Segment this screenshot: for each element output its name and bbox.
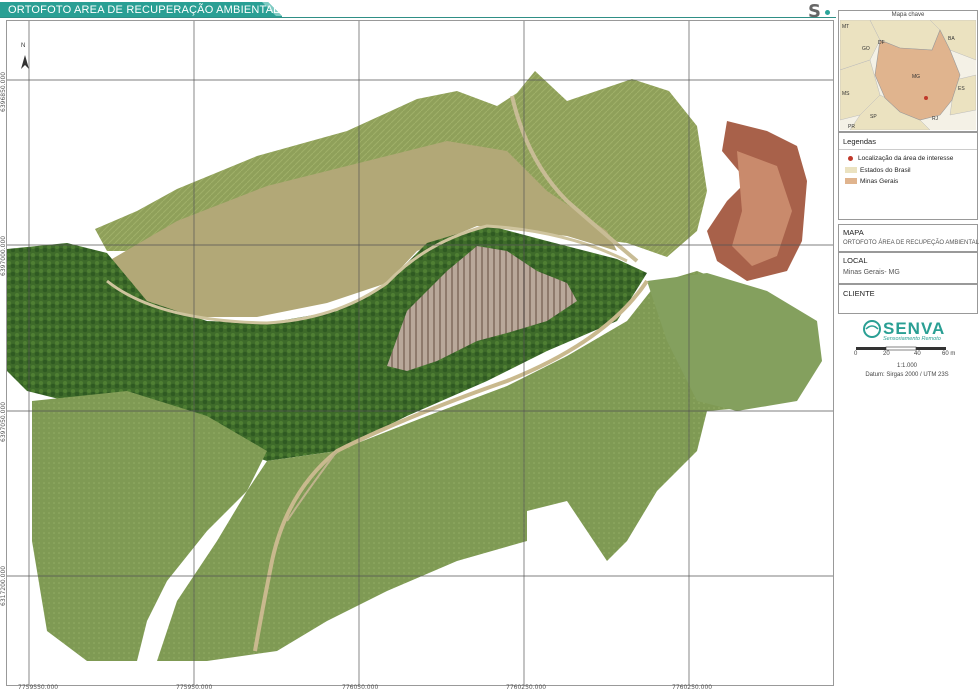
client-info-panel: CLIENTE [838, 284, 978, 314]
x-coordinate-label: 7760250.000 [672, 684, 713, 691]
cliente-heading: CLIENTE [843, 289, 875, 298]
legend-heading: Legendas [843, 137, 876, 146]
svg-text:DF: DF [878, 40, 885, 46]
north-arrow-icon [21, 55, 29, 69]
states-swatch [845, 167, 857, 174]
senva-logo-subtitle: Sensoriamento Remoto [883, 336, 941, 342]
ortophoto-canvas [7, 21, 833, 685]
x-coordinate-label: 776050.000 [342, 684, 379, 691]
legend-item-states: Estados do Brasil [845, 167, 911, 174]
svg-text:GO: GO [862, 46, 870, 52]
logo-scale-area: SENVA Sensoriamento Remoto 0 20 40 60 m … [838, 316, 976, 396]
scale-label: 0 [854, 351, 858, 357]
location-info-panel: LOCAL Minas Gerais- MG [838, 252, 978, 284]
senva-logo-icon [863, 320, 881, 338]
state-label: MT [842, 24, 849, 30]
scale-ratio: 1:1.000 [896, 363, 918, 369]
svg-text:ES: ES [958, 86, 965, 92]
key-map-title: Mapa chave [891, 12, 925, 18]
brand-logo-dot [825, 10, 830, 15]
y-coordinate-label: 6396850.000 [0, 71, 7, 112]
legend-item-minas-gerais: Minas Gerais [845, 178, 898, 185]
legend-divider [839, 149, 977, 150]
map-info-panel: MAPA ORTOFOTO ÁREA DE RECUPEÇÃO AMBIENTA… [838, 224, 979, 252]
location-dot-icon [848, 155, 853, 161]
x-coordinate-label: 7759550.000 [18, 684, 59, 691]
datum-label: Datum: Sirgas 2000 / UTM 23S [865, 372, 949, 378]
key-map-image: MT GO DF BA MG ES MS SP RJ PR [840, 20, 976, 130]
svg-text:MG: MG [912, 74, 920, 80]
x-coordinate-label: 7760250.000 [506, 684, 547, 691]
brand-logo-mark: S [808, 1, 821, 22]
scale-label: 20 [883, 351, 890, 357]
y-coordinate-label: 6317200.000 [0, 565, 7, 606]
ortophoto-map[interactable]: N [6, 20, 834, 686]
legend-item-location: Localização da área de interesse [845, 155, 953, 162]
mapa-heading: MAPA [843, 228, 864, 237]
y-coordinate-label: 6397000.000 [0, 235, 7, 276]
svg-text:RJ: RJ [932, 116, 939, 122]
y-coordinate-label: 6397050.000 [0, 401, 7, 442]
svg-text:BA: BA [948, 36, 955, 42]
svg-text:MS: MS [842, 91, 850, 97]
svg-text:PR: PR [848, 124, 855, 130]
orthophoto-mosaic [7, 71, 822, 661]
key-map-panel: Mapa chave MT GO DF BA MG ES MS SP RJ PR [838, 10, 978, 132]
page-title: ORTOFOTO AREA DE RECUPERAÇÃO AMBIENTAL [8, 4, 280, 16]
x-coordinate-label: 775950.000 [176, 684, 213, 691]
local-value: Minas Gerais- MG [843, 269, 900, 276]
north-label: N [21, 43, 26, 49]
scale-label: 60 m [942, 351, 956, 357]
scale-label: 40 [914, 351, 921, 357]
local-heading: LOCAL [843, 256, 868, 265]
title-bar: ORTOFOTO AREA DE RECUPERAÇÃO AMBIENTAL [0, 2, 282, 18]
svg-text:SP: SP [870, 114, 877, 120]
legend-panel: Legendas Localização da área de interess… [838, 132, 978, 220]
header-divider [0, 17, 836, 18]
mapa-value: ORTOFOTO ÁREA DE RECUPEÇÃO AMBIENTAL [843, 240, 979, 246]
minas-gerais-swatch [845, 178, 857, 185]
